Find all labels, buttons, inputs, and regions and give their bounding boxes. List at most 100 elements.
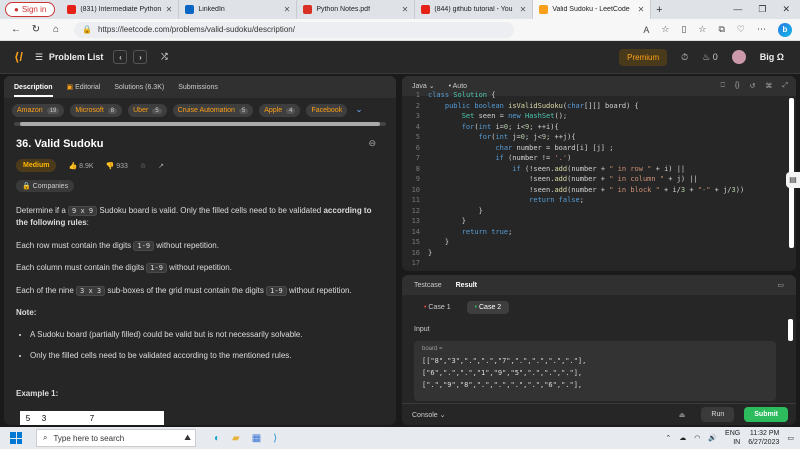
close-icon[interactable]: ✕ xyxy=(638,5,645,14)
reset-icon[interactable]: ↺ xyxy=(750,82,756,90)
case-label: Case 1 xyxy=(428,304,451,311)
streak-value: 0 xyxy=(712,51,718,62)
collections-icon[interactable]: ⧉ xyxy=(718,24,724,35)
tab-solutions[interactable]: Solutions (6.3K) xyxy=(114,84,164,91)
run-button[interactable]: Run xyxy=(701,407,735,422)
company-tag[interactable]: Apple 4 xyxy=(259,104,301,117)
new-tab-button[interactable]: + xyxy=(651,4,667,16)
tab-editorial-label: Editorial xyxy=(75,84,101,91)
shortcut-icon[interactable]: ⌘ xyxy=(765,82,772,90)
url-field[interactable]: 🔒 https://leetcode.com/problems/valid-su… xyxy=(74,21,514,38)
bing-icon[interactable]: b xyxy=(778,22,792,37)
premium-button[interactable]: Premium xyxy=(619,48,668,66)
inline-code: 1-9 xyxy=(146,263,167,274)
next-problem-icon[interactable]: › xyxy=(133,50,148,64)
windows-start-icon[interactable] xyxy=(10,432,22,444)
case-2-tab[interactable]: • Case 2 xyxy=(466,301,510,314)
bookmark-icon[interactable]: ⎕ xyxy=(721,82,725,90)
extensions-icon[interactable]: ♡ xyxy=(737,24,745,35)
network-icon[interactable]: ☁ xyxy=(679,434,686,442)
console-toggle[interactable]: Console ⌄ xyxy=(412,411,446,419)
horizontal-scrollbar[interactable] xyxy=(14,122,386,126)
browser-tab[interactable]: Python Notes.pdf ✕ xyxy=(297,0,416,19)
company-tag[interactable]: Uber 5 xyxy=(128,104,167,117)
company-tag[interactable]: Amazon 19 xyxy=(12,104,65,117)
language-indicator[interactable]: ENG IN xyxy=(725,429,740,447)
file-explorer-icon[interactable]: ▰ xyxy=(232,433,240,444)
language-label: Java xyxy=(412,83,427,90)
clock[interactable]: 11:32 PM 6/27/2023 xyxy=(748,429,779,447)
company-tag[interactable]: Facebook xyxy=(306,104,348,117)
thumbs-up-icon: 👍 xyxy=(68,162,78,170)
star-icon[interactable]: ☆ xyxy=(140,162,146,170)
expand-icon[interactable]: ▭ xyxy=(777,281,784,289)
store-icon[interactable]: ▦ xyxy=(252,433,261,444)
browser-tab[interactable]: (844) github tutorial - You ✕ xyxy=(415,0,534,19)
tab-editorial[interactable]: ▣ Editorial xyxy=(67,83,101,91)
auto-mode[interactable]: • Auto xyxy=(449,83,467,90)
sign-in-button[interactable]: ● Sign in xyxy=(5,2,56,17)
companies-button[interactable]: 🔒 Companies xyxy=(16,180,75,192)
tab-submissions[interactable]: Submissions xyxy=(178,84,218,91)
code-area[interactable]: 1 class Solution { 2 public boolean isVal… xyxy=(402,91,796,270)
streak-counter[interactable]: ♨ 0 xyxy=(702,52,718,63)
problem-list-nav[interactable]: ☰ Problem List ‹ › ⤮ xyxy=(35,50,172,64)
close-icon[interactable]: ✕ xyxy=(520,5,527,14)
chevron-down-icon[interactable]: ⌄ xyxy=(355,104,363,117)
user-name[interactable]: Big Ω xyxy=(760,52,784,62)
share-icon[interactable]: ↗ xyxy=(158,162,164,170)
avatar[interactable] xyxy=(731,50,746,64)
close-icon[interactable]: ✕ xyxy=(402,5,409,14)
close-icon[interactable]: ✕ xyxy=(284,5,291,14)
tab-testcase[interactable]: Testcase xyxy=(414,282,442,289)
prev-problem-icon[interactable]: ‹ xyxy=(113,50,128,64)
notification-icon[interactable]: ▭ xyxy=(787,434,794,442)
fullscreen-icon[interactable]: ⤢ xyxy=(782,82,788,90)
home-icon[interactable]: ⌂ xyxy=(46,24,66,35)
favorites-icon[interactable]: ☆ xyxy=(698,24,706,35)
restore-icon[interactable]: ❐ xyxy=(758,4,766,15)
scrollbar-thumb[interactable] xyxy=(20,122,380,126)
leetcode-icon xyxy=(539,5,549,14)
chevron-up-icon[interactable]: ⌃ xyxy=(665,434,671,442)
browser-tab[interactable]: (831) Intermediate Python ✕ xyxy=(61,0,180,19)
timer-icon[interactable]: ⏱ xyxy=(681,52,688,63)
braces-icon[interactable]: {} xyxy=(735,82,740,90)
leetcode-logo-icon[interactable]: ⟨/ xyxy=(14,50,23,64)
company-tag[interactable]: Cruise Automation 5 xyxy=(172,104,254,117)
taskbar-search-input[interactable]: ⌕ Type here to search ⛰ xyxy=(36,429,196,447)
minimize-icon[interactable]: — xyxy=(733,4,742,15)
favorite-star-icon[interactable]: ☆ xyxy=(661,24,669,35)
refresh-icon[interactable]: ↻ xyxy=(26,24,46,35)
editor-footer: Console ⌄ ⏏ Run Submit xyxy=(402,403,796,425)
wifi-icon[interactable]: ◠ xyxy=(694,434,700,442)
language-select[interactable]: Java ⌄ xyxy=(412,82,435,90)
upload-icon[interactable]: ⏏ xyxy=(679,411,686,419)
grid-cell xyxy=(52,410,68,425)
browser-tab-active[interactable]: Valid Sudoku - LeetCode ✕ xyxy=(533,0,652,19)
line-number: 12 xyxy=(411,206,420,215)
tab-description[interactable]: Description xyxy=(14,78,53,97)
system-tray: ⌃ ☁ ◠ 🔊 ENG IN 11:32 PM 6/27/2023 ▭ xyxy=(665,429,800,447)
read-aloud-icon[interactable]: A xyxy=(643,25,649,35)
case-1-tab[interactable]: • Case 1 xyxy=(416,301,459,314)
close-window-icon[interactable]: ✕ xyxy=(782,4,790,15)
sidebar-toggle-icon[interactable]: ▤ xyxy=(786,172,800,188)
dislike-button[interactable]: 👎 933 xyxy=(106,162,128,170)
browser-tab[interactable]: LinkedIn ✕ xyxy=(179,0,298,19)
split-screen-icon[interactable]: ▯ xyxy=(681,24,686,35)
vscode-icon[interactable]: ⟩ xyxy=(273,433,277,444)
back-icon[interactable]: ← xyxy=(6,24,26,35)
shuffle-icon[interactable]: ⤮ xyxy=(157,50,171,64)
code-line: 8 if (!seen.add(number + " in row " + i)… xyxy=(402,165,796,176)
company-tag[interactable]: Microsoft 8 xyxy=(70,104,123,117)
volume-icon[interactable]: 🔊 xyxy=(708,434,717,442)
edge-icon[interactable]: ◐ xyxy=(214,433,220,444)
result-scrollbar[interactable] xyxy=(788,319,793,341)
info-icon[interactable]: ⊖ xyxy=(368,138,376,149)
close-icon[interactable]: ✕ xyxy=(166,5,173,14)
submit-button[interactable]: Submit xyxy=(744,407,788,422)
like-button[interactable]: 👍 8.9K xyxy=(68,162,93,170)
tab-result[interactable]: Result xyxy=(456,282,477,289)
more-icon[interactable]: ⋯ xyxy=(757,24,766,35)
